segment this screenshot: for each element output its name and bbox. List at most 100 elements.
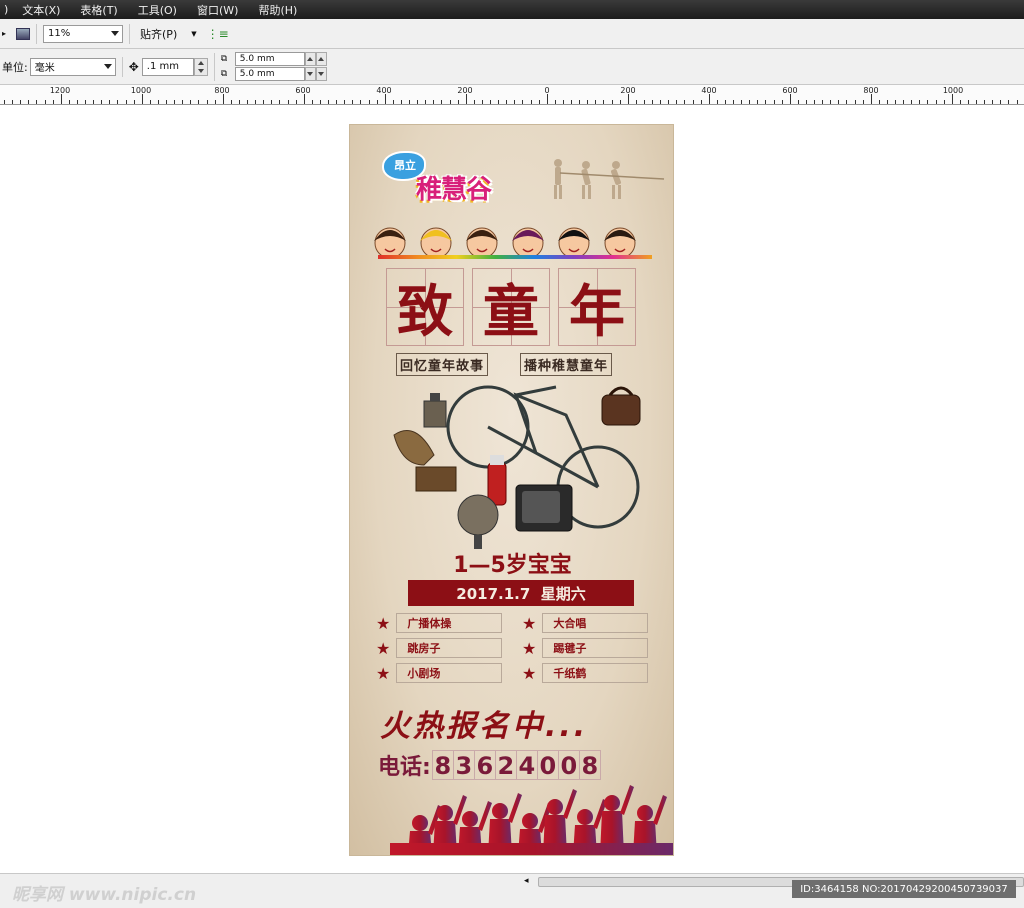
ruler-tick — [660, 100, 662, 104]
ruler-tick — [76, 100, 78, 104]
duplicate-y-stepper-2[interactable] — [315, 67, 327, 81]
ruler-tick — [935, 100, 937, 104]
ruler-tick — [433, 100, 435, 104]
ruler-tick — [854, 100, 856, 104]
ruler-tick — [838, 100, 840, 104]
horizontal-scrollbar[interactable]: ◂ 昵享网 www.nipic.cn ID:3464158 NO:2017042… — [0, 873, 1024, 908]
duplicate-x-input[interactable]: 5.0 mm — [234, 52, 305, 66]
nudge-distance-input[interactable]: .1 mm — [141, 57, 194, 76]
ruler-tick — [522, 100, 524, 104]
ruler-tick — [538, 100, 540, 104]
ruler-tick — [554, 100, 556, 104]
subtitle-left: 回忆童年故事 — [396, 353, 489, 376]
zoom-page-icon[interactable] — [16, 27, 31, 40]
ruler-tick — [781, 100, 783, 104]
snap-to-button[interactable]: 贴齐(P) — [140, 26, 177, 42]
duplicate-y-stepper[interactable] — [304, 67, 316, 81]
ruler-tick — [141, 94, 143, 104]
ruler-tick — [182, 100, 184, 104]
title-cell: 童 — [472, 268, 550, 346]
duplicate-x-stepper[interactable] — [304, 52, 316, 66]
kid-face-icon — [420, 227, 452, 259]
ruler-tick — [352, 100, 354, 104]
menu-item-window[interactable]: 窗口(W) — [187, 2, 248, 18]
crowd-head — [492, 803, 508, 819]
star-icon: ★ — [522, 638, 537, 658]
ruler-tick — [676, 100, 678, 104]
phone-digit: 4 — [515, 750, 538, 780]
standard-toolbar: ▸ 11% 贴齐(P) ▼ ⋮≡ — [0, 19, 1024, 49]
vintage-items-illustration — [393, 385, 641, 549]
ruler-tick — [1000, 100, 1002, 104]
logo: 昂立 稚慧谷 — [378, 147, 528, 207]
property-bar: 单位: 毫米 ✥ .1 mm ⧉ 5.0 mm ⧉ 5.0 mm — [0, 49, 1024, 85]
ruler-tick — [303, 94, 305, 104]
star-icon: ★ — [376, 638, 391, 658]
ruler-tick — [984, 100, 986, 104]
ruler-tick — [895, 100, 896, 104]
crowd-head — [604, 795, 620, 811]
title-char: 年 — [569, 278, 625, 345]
ruler-tick — [44, 100, 46, 104]
menu-item-text[interactable]: 文本(X) — [12, 2, 70, 18]
units-select[interactable]: 毫米 — [29, 57, 116, 76]
kid-face-icon — [512, 227, 544, 259]
ruler-tick — [68, 100, 70, 104]
gramophone-icon — [393, 430, 457, 492]
snap-options-icon[interactable]: ⋮≡ — [207, 27, 229, 41]
menu-item-table[interactable]: 表格(T) — [70, 2, 127, 18]
activity-item: ★ 跳房子 — [376, 638, 503, 658]
nudge-distance-value: .1 mm — [146, 61, 179, 72]
title-cell: 致 — [386, 268, 464, 346]
menu-item-help[interactable]: 帮助(H) — [248, 2, 307, 18]
nudge-stepper[interactable] — [193, 57, 208, 76]
ruler-tick — [376, 100, 378, 104]
ruler-tick — [417, 100, 419, 104]
activity-label: 大合唱 — [542, 613, 649, 633]
phone-digit: 0 — [536, 750, 559, 780]
logo-top-text: 昂立 — [394, 159, 416, 172]
ruler-tick — [311, 100, 313, 104]
ruler-tick — [101, 100, 103, 104]
ruler-tick — [619, 100, 621, 104]
phone-digit: 3 — [452, 750, 475, 780]
scroll-left-icon[interactable]: ◂ — [524, 876, 529, 886]
kid-face-icon — [558, 227, 590, 259]
lantern-icon — [423, 393, 447, 428]
duplicate-x-stepper-2[interactable] — [315, 52, 327, 66]
date-text: 2017.1.7 星期六 — [456, 584, 586, 603]
ruler-tick — [805, 100, 807, 104]
duplicate-y-input[interactable]: 5.0 mm — [234, 67, 305, 81]
zoom-level-select[interactable]: 11% — [43, 24, 124, 43]
ruler-tick — [392, 100, 394, 104]
ruler-tick — [206, 100, 208, 104]
crowd-head — [637, 805, 653, 821]
title-grid: 致 童 年 — [386, 268, 636, 346]
ruler-tick — [886, 100, 888, 104]
activities-grid: ★ 广播体操 ★ 大合唱 ★ 跳房子 ★ 踢毽子 ★ 小剧场 ★ 千纸鹤 — [376, 613, 656, 685]
chevron-down-icon[interactable]: ▼ — [191, 30, 196, 38]
ruler-tick — [490, 100, 491, 104]
satchel-icon — [601, 386, 641, 426]
poster-artwork[interactable]: 昂立 稚慧谷 致 童 年 回忆童年故事 播种稚慧童年 1—5岁宝宝 2017.1… — [349, 124, 674, 856]
zoom-level-value: 11% — [48, 28, 71, 39]
duplicate-x-value: 5.0 mm — [239, 54, 275, 64]
activity-label: 小剧场 — [396, 663, 503, 683]
duplicate-y-value: 5.0 mm — [239, 69, 275, 79]
ruler-tick — [927, 100, 929, 104]
ruler-tick — [951, 94, 953, 104]
age-heading: 1—5岁宝宝 — [453, 553, 572, 578]
ruler-tick — [279, 100, 281, 104]
ruler-tick — [247, 100, 248, 104]
ruler-tick — [319, 100, 321, 104]
dropdown-arrow-icon[interactable]: ▸ — [2, 29, 6, 38]
menu-bar: ) 文本(X) 表格(T) 工具(O) 窗口(W) 帮助(H) — [0, 0, 1024, 19]
ruler-tick — [595, 100, 597, 104]
ruler-tick — [943, 100, 945, 104]
fan-icon — [457, 494, 499, 549]
horizontal-ruler[interactable]: 1200 1000 800 600 400 200 0 200 400 600 … — [0, 85, 1024, 105]
thermos-icon — [487, 455, 507, 506]
ruler-tick — [789, 94, 791, 104]
menu-item-tools[interactable]: 工具(O) — [128, 2, 187, 18]
signup-heading: 火热报名中... — [380, 709, 589, 744]
